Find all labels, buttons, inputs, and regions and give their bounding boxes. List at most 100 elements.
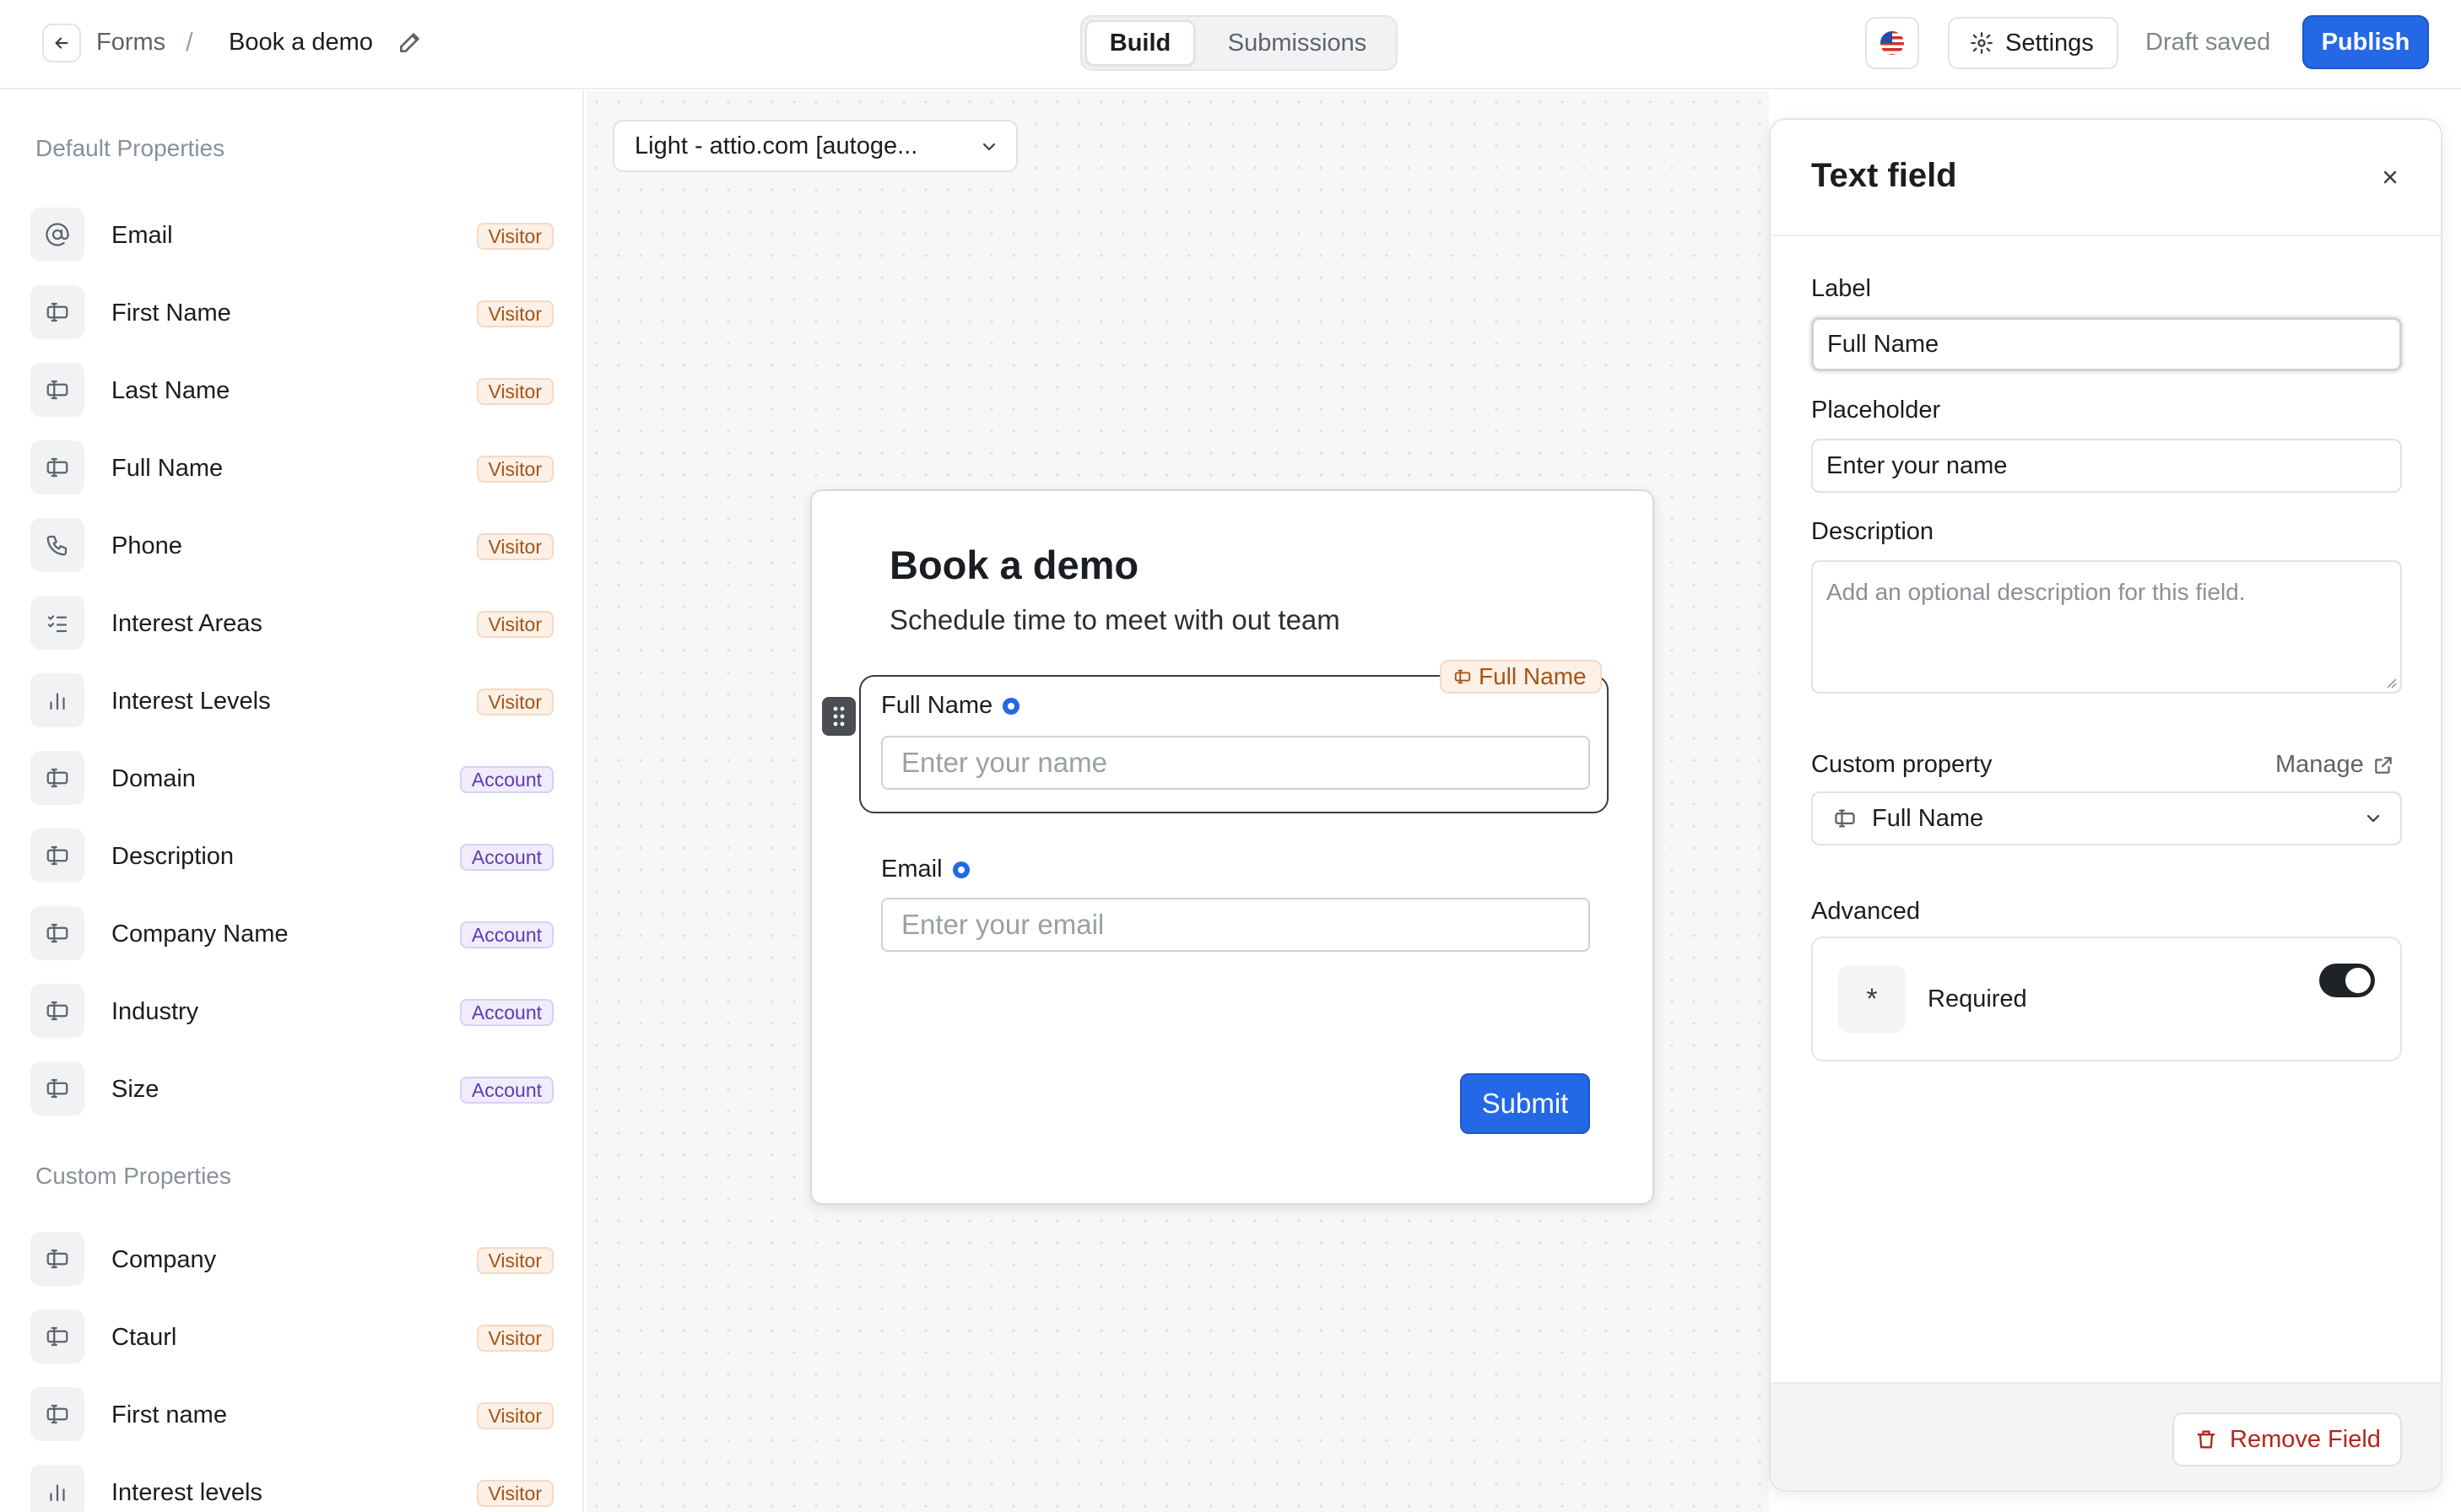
property-item[interactable]: Phone Visitor bbox=[30, 516, 554, 575]
tab-submissions[interactable]: Submissions bbox=[1200, 20, 1394, 66]
publish-button[interactable]: Publish bbox=[2302, 15, 2429, 69]
settings-button[interactable]: Settings bbox=[1948, 17, 2118, 69]
remove-field-label: Remove Field bbox=[2230, 1425, 2381, 1453]
default-properties-heading: Default Properties bbox=[35, 135, 225, 161]
property-label: Interest levels bbox=[111, 1479, 262, 1506]
required-label: Required bbox=[1928, 986, 2027, 1012]
property-scope-badge: Visitor bbox=[476, 1247, 554, 1274]
resize-handle-icon[interactable] bbox=[2385, 677, 2397, 688]
placeholder-heading: Placeholder bbox=[1811, 397, 1941, 424]
required-indicator-icon bbox=[1003, 697, 1020, 715]
drag-handle[interactable] bbox=[822, 697, 856, 736]
arrow-left-icon bbox=[55, 37, 68, 49]
submit-button[interactable]: Submit bbox=[1460, 1073, 1590, 1134]
property-label: Phone bbox=[111, 532, 182, 559]
email-input[interactable]: Enter your email bbox=[881, 898, 1590, 952]
property-scope-badge: Visitor bbox=[476, 300, 554, 327]
property-scope-badge: Account bbox=[459, 921, 554, 948]
text-field-icon bbox=[30, 1310, 84, 1364]
remove-field-button[interactable]: Remove Field bbox=[2172, 1412, 2402, 1466]
text-field-icon bbox=[30, 984, 84, 1038]
property-item[interactable]: First Name Visitor bbox=[30, 284, 554, 343]
property-scope-badge: Visitor bbox=[476, 223, 554, 250]
email-label: Email bbox=[881, 856, 970, 883]
top-bar: Forms / Book a demo Build Submissions Se… bbox=[0, 0, 2461, 89]
view-switcher: Build Submissions bbox=[1080, 15, 1398, 71]
property-item[interactable]: Interest levels Visitor bbox=[30, 1463, 554, 1512]
property-item[interactable]: Industry Account bbox=[30, 982, 554, 1041]
breadcrumb-forms[interactable]: Forms bbox=[96, 29, 165, 57]
property-item[interactable]: Description Account bbox=[30, 827, 554, 886]
property-label: First name bbox=[111, 1401, 227, 1428]
panel-title: Text field bbox=[1811, 157, 1957, 194]
property-item[interactable]: Interest Levels Visitor bbox=[30, 672, 554, 731]
property-item[interactable]: Size Account bbox=[30, 1060, 554, 1119]
tab-build[interactable]: Build bbox=[1085, 20, 1195, 66]
text-field-icon bbox=[30, 363, 84, 417]
property-label: Industry bbox=[111, 998, 199, 1025]
placeholder-input[interactable]: Enter your name bbox=[1811, 439, 2402, 493]
full-name-label: Full Name bbox=[881, 692, 1020, 720]
text-field-icon bbox=[30, 906, 84, 960]
property-item[interactable]: Full Name Visitor bbox=[30, 439, 554, 498]
property-scope-badge: Account bbox=[459, 1077, 554, 1104]
field-property-tag-label: Full Name bbox=[1479, 663, 1587, 689]
close-icon bbox=[2383, 170, 2397, 184]
trash-icon bbox=[2197, 1430, 2215, 1449]
language-button[interactable] bbox=[1865, 17, 1919, 69]
property-item[interactable]: Company Visitor bbox=[30, 1230, 554, 1289]
full-name-label-text: Full Name bbox=[881, 692, 993, 719]
property-scope-badge: Visitor bbox=[476, 611, 554, 638]
label-input[interactable]: Full Name bbox=[1811, 317, 2402, 371]
theme-select[interactable]: Light - attio.com [autoge... bbox=[613, 120, 1018, 172]
property-scope-badge: Visitor bbox=[476, 1402, 554, 1429]
manage-label: Manage bbox=[2275, 751, 2364, 778]
property-item[interactable]: First name Visitor bbox=[30, 1385, 554, 1444]
panel-divider bbox=[1771, 235, 2441, 236]
property-scope-badge: Visitor bbox=[476, 688, 554, 716]
required-setting: * Required bbox=[1811, 937, 2402, 1061]
property-label: First Name bbox=[111, 300, 231, 327]
drag-dots-icon bbox=[833, 706, 845, 726]
property-item[interactable]: Last Name Visitor bbox=[30, 361, 554, 420]
checklist-icon bbox=[30, 596, 84, 650]
property-label: Company Name bbox=[111, 921, 289, 948]
back-button[interactable] bbox=[42, 24, 81, 62]
pencil-icon[interactable] bbox=[397, 29, 424, 56]
custom-properties-heading: Custom Properties bbox=[35, 1163, 231, 1189]
manage-link[interactable]: Manage bbox=[2275, 751, 2394, 779]
property-label: Interest Areas bbox=[111, 610, 262, 637]
form-preview: Book a demo Schedule time to meet with o… bbox=[810, 489, 1654, 1205]
property-label: Company bbox=[111, 1246, 217, 1273]
custom-property-select[interactable]: Full Name bbox=[1811, 791, 2402, 845]
text-field-icon bbox=[30, 1387, 84, 1441]
required-toggle[interactable] bbox=[2319, 964, 2375, 997]
property-item[interactable]: Interest Areas Visitor bbox=[30, 594, 554, 653]
label-heading: Label bbox=[1811, 275, 1871, 302]
property-item[interactable]: Company Name Account bbox=[30, 904, 554, 964]
text-field-icon bbox=[1835, 809, 1855, 828]
property-item[interactable]: Ctaurl Visitor bbox=[30, 1308, 554, 1367]
property-item[interactable]: Email Visitor bbox=[30, 206, 554, 265]
chevron-down-icon bbox=[982, 143, 996, 151]
property-label: Domain bbox=[111, 765, 196, 792]
close-panel-button[interactable] bbox=[2373, 160, 2407, 194]
property-scope-badge: Account bbox=[459, 844, 554, 871]
text-field-icon bbox=[30, 1232, 84, 1286]
phone-icon bbox=[30, 518, 84, 572]
external-link-icon bbox=[2375, 756, 2392, 774]
bar-chart-icon bbox=[30, 673, 84, 727]
at-sign-icon bbox=[30, 208, 84, 262]
property-item[interactable]: Domain Account bbox=[30, 749, 554, 808]
full-name-input[interactable]: Enter your name bbox=[881, 736, 1590, 790]
form-name: Book a demo bbox=[229, 29, 373, 56]
property-scope-badge: Visitor bbox=[476, 456, 554, 483]
form-canvas: Light - attio.com [autoge... Book a demo… bbox=[586, 91, 1769, 1512]
email-label-text: Email bbox=[881, 856, 943, 883]
property-label: Last Name bbox=[111, 377, 230, 404]
bar-chart-icon bbox=[30, 1465, 84, 1512]
property-label: Size bbox=[111, 1076, 160, 1103]
description-textarea[interactable]: Add an optional description for this fie… bbox=[1811, 560, 2402, 694]
description-heading: Description bbox=[1811, 518, 1934, 545]
property-scope-badge: Visitor bbox=[476, 378, 554, 405]
